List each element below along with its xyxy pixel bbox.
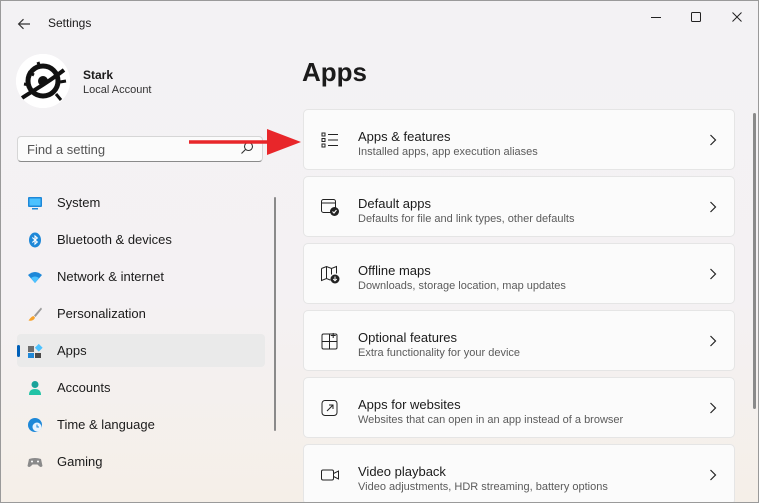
card-video-playback[interactable]: Video playback Video adjustments, HDR st… [303,444,735,502]
minimize-button[interactable] [639,7,673,27]
sidebar-item-label: Apps [57,343,87,358]
map-download-icon [321,265,340,284]
wifi-icon [28,272,42,283]
sidebar-item-label: System [57,195,101,210]
card-apps-features[interactable]: Apps & features Installed apps, app exec… [303,109,735,170]
card-subtitle: Extra functionality for your device [358,347,521,359]
list-icon [321,132,338,148]
sidebar-item-label: Accounts [57,380,111,395]
close-button[interactable] [720,7,754,27]
maximize-button[interactable] [679,7,713,27]
grid-plus-icon [321,333,338,350]
maximize-icon [691,12,701,22]
avatar[interactable] [16,54,70,108]
open-in-app-icon [321,400,338,416]
sidebar-item-label: Network & internet [57,269,164,284]
card-offline-maps[interactable]: Offline maps Downloads, storage location… [303,243,735,304]
chevron-right-icon [710,402,717,414]
sidebar-item-bluetooth[interactable]: Bluetooth & devices [17,223,265,256]
account-name: Stark [83,68,114,82]
person-icon [29,381,41,395]
chevron-right-icon [710,134,717,146]
account-type: Local Account [83,84,152,96]
chevron-right-icon [710,201,717,213]
video-icon [321,469,339,481]
card-subtitle: Defaults for file and link types, other … [358,213,575,225]
sidebar-item-label: Personalization [57,306,146,321]
gamepad-icon [27,458,43,467]
page-title: Apps [302,57,367,87]
sidebar-item-label: Gaming [57,454,103,469]
sidebar-item-accounts[interactable]: Accounts [17,371,265,404]
settings-window: Settings Stark Local Account Find a sett… [0,0,759,503]
sidebar-item-label: Bluetooth & devices [57,232,172,247]
chevron-right-icon [710,268,717,280]
card-subtitle: Video adjustments, HDR streaming, batter… [358,481,608,493]
avatar-image [16,54,70,108]
card-title: Video playback [358,464,446,479]
sidebar-item-time-language[interactable]: Time & language [17,408,265,441]
sidebar-item-apps[interactable]: Apps [17,334,265,367]
chevron-right-icon [710,335,717,347]
sidebar-item-label: Time & language [57,417,155,432]
minimize-icon [651,17,661,18]
sidebar-item-network[interactable]: Network & internet [17,260,265,293]
globe-clock-icon [28,418,42,432]
title-bar: Settings [1,1,758,45]
app-title: Settings [48,16,92,30]
bluetooth-icon [29,232,41,248]
card-title: Default apps [358,196,431,211]
annotation-arrow-icon [189,129,301,155]
card-title: Apps for websites [358,397,461,412]
card-title: Optional features [358,330,458,345]
sidebar-scrollbar[interactable] [274,197,276,431]
arrow-left-icon [17,18,30,30]
card-optional-features[interactable]: Optional features Extra functionality fo… [303,310,735,371]
card-default-apps[interactable]: Default apps Defaults for file and link … [303,176,735,237]
card-subtitle: Installed apps, app execution aliases [358,146,538,158]
brush-icon [28,307,42,321]
card-subtitle: Downloads, storage location, map updates [358,280,566,292]
close-icon [732,12,742,22]
card-title: Apps & features [358,129,451,144]
sidebar-item-gaming[interactable]: Gaming [17,445,265,478]
sidebar-item-personalization[interactable]: Personalization [17,297,265,330]
apps-icon [28,343,43,358]
main-scrollbar[interactable] [753,113,756,409]
card-apps-for-websites[interactable]: Apps for websites Websites that can open… [303,377,735,438]
back-button[interactable] [11,13,37,35]
card-title: Offline maps [358,263,431,278]
selection-indicator [17,345,20,357]
chevron-right-icon [710,469,717,481]
sidebar-item-system[interactable]: System [17,186,265,219]
monitor-icon [28,197,42,210]
card-subtitle: Websites that can open in an app instead… [358,414,624,426]
default-apps-icon [321,199,339,216]
